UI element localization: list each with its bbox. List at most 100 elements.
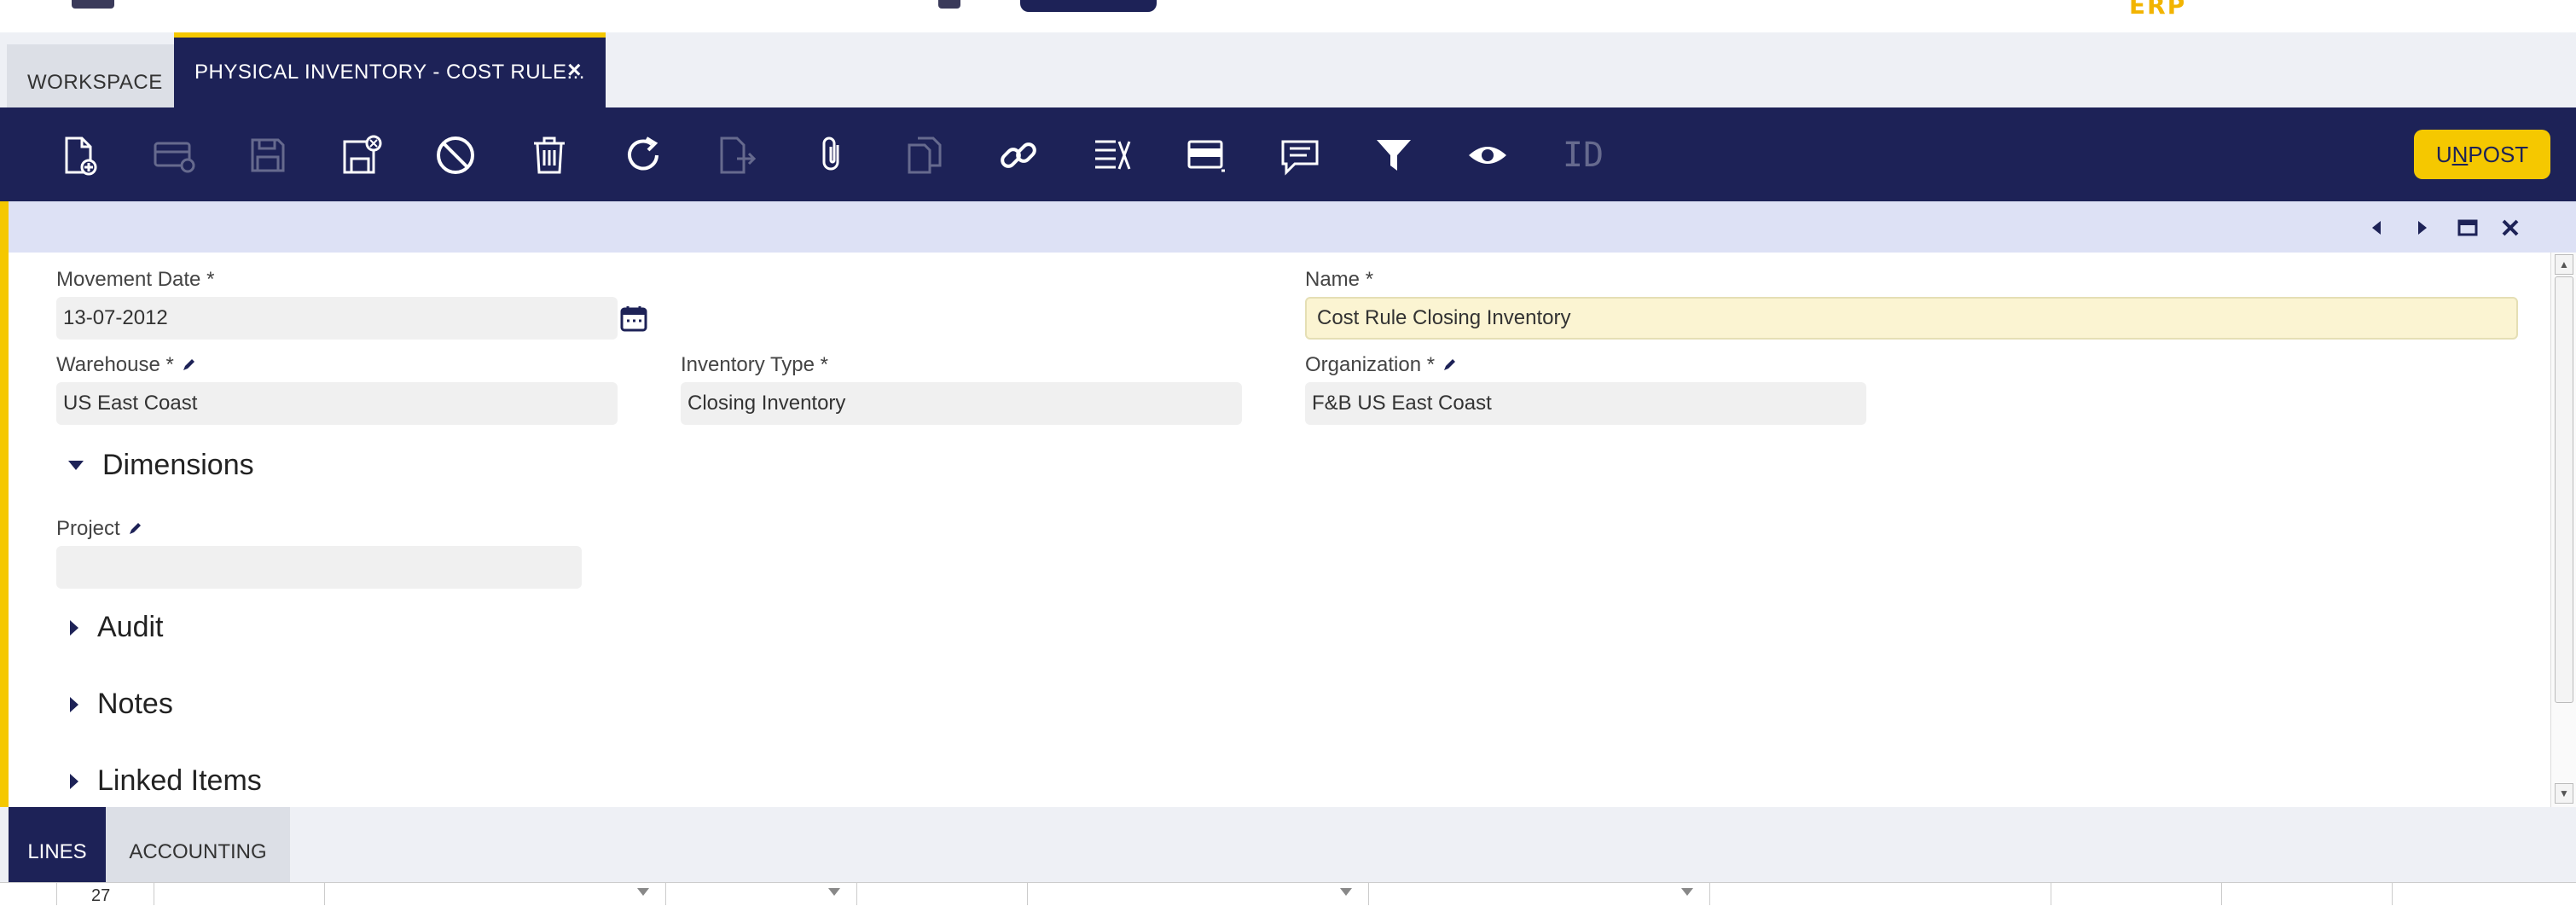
section-dimensions-label: Dimensions bbox=[102, 449, 254, 481]
link-icon[interactable] bbox=[995, 131, 1042, 179]
grid-cell[interactable] bbox=[1027, 883, 1368, 905]
layout-icon[interactable] bbox=[1182, 131, 1230, 179]
warehouse-value: US East Coast bbox=[63, 392, 198, 415]
section-notes[interactable]: Notes bbox=[70, 688, 173, 721]
edit-link-icon[interactable] bbox=[1442, 357, 1457, 373]
tab-workspace[interactable]: WORKSPACE bbox=[7, 44, 174, 107]
previous-record-icon[interactable] bbox=[2363, 213, 2392, 242]
scroll-thumb[interactable] bbox=[2555, 276, 2573, 703]
inventory-type-label: Inventory Type * bbox=[681, 353, 828, 377]
toolbar: ID U N POST bbox=[0, 107, 2576, 201]
movement-date-label-text: Movement Date * bbox=[56, 268, 215, 291]
filter-icon[interactable] bbox=[1370, 131, 1418, 179]
grid-cell[interactable] bbox=[665, 883, 856, 905]
unpost-button[interactable]: U N POST bbox=[2414, 130, 2550, 179]
grid-cell[interactable] bbox=[1368, 883, 1709, 905]
warehouse-label-text: Warehouse * bbox=[56, 353, 174, 376]
inventory-type-label-text: Inventory Type * bbox=[681, 353, 828, 376]
warehouse-label: Warehouse * bbox=[56, 353, 196, 377]
cancel-icon[interactable] bbox=[432, 131, 479, 179]
child-tab-bar: LINES ACCOUNTING bbox=[0, 807, 2576, 882]
clone-icon bbox=[901, 131, 949, 179]
name-value: Cost Rule Closing Inventory bbox=[1317, 306, 1571, 329]
inventory-type-field[interactable]: Closing Inventory bbox=[681, 382, 1242, 425]
scroll-up-icon[interactable]: ▲ bbox=[2555, 254, 2573, 275]
expanded-caret-icon bbox=[68, 461, 84, 470]
form-scrollbar[interactable]: ▲ ▼ bbox=[2550, 253, 2576, 807]
row-number: 27 bbox=[91, 886, 111, 905]
grid-cell-row-number: 27 bbox=[56, 883, 154, 905]
section-audit[interactable]: Audit bbox=[70, 611, 164, 644]
inventory-type-value: Closing Inventory bbox=[688, 392, 846, 415]
record-nav-strip bbox=[9, 201, 2576, 253]
project-label: Project bbox=[56, 517, 142, 541]
attachment-icon[interactable] bbox=[807, 131, 855, 179]
tab-workspace-label: WORKSPACE bbox=[27, 71, 163, 94]
warehouse-field[interactable]: US East Coast bbox=[56, 382, 618, 425]
movement-date-field[interactable]: 13-07-2012 bbox=[56, 297, 618, 340]
collapsed-caret-icon bbox=[70, 773, 78, 789]
section-audit-label: Audit bbox=[97, 611, 164, 643]
delete-icon[interactable] bbox=[525, 131, 573, 179]
header-fragment bbox=[938, 0, 960, 9]
scroll-down-icon[interactable]: ▼ bbox=[2555, 783, 2573, 804]
grid-cell[interactable] bbox=[2051, 883, 2221, 905]
collapsed-caret-icon bbox=[70, 696, 78, 712]
project-label-text: Project bbox=[56, 517, 120, 540]
tab-lines-label: LINES bbox=[27, 840, 87, 863]
organization-label-text: Organization * bbox=[1305, 353, 1436, 376]
print-config-icon[interactable] bbox=[1088, 131, 1136, 179]
dropdown-arrow-icon[interactable] bbox=[637, 888, 649, 896]
save-close-icon[interactable] bbox=[338, 131, 386, 179]
name-label-text: Name * bbox=[1305, 268, 1374, 291]
calendar-icon[interactable] bbox=[619, 304, 648, 333]
edit-link-icon[interactable] bbox=[181, 357, 196, 373]
app-logo: ERP bbox=[2129, 0, 2187, 20]
section-dimensions[interactable]: Dimensions bbox=[68, 449, 254, 482]
new-document-icon[interactable] bbox=[55, 131, 102, 179]
project-field[interactable] bbox=[56, 546, 582, 589]
unpost-label-suffix: POST bbox=[2468, 141, 2529, 167]
maximize-icon[interactable] bbox=[2453, 213, 2482, 242]
edit-link-icon[interactable] bbox=[127, 521, 142, 537]
unpost-label-accesskey: N bbox=[2451, 141, 2469, 167]
unpost-label-prefix: U bbox=[2435, 141, 2452, 167]
grid-cell[interactable] bbox=[856, 883, 1027, 905]
organization-label: Organization * bbox=[1305, 353, 1457, 377]
tab-active-label: PHYSICAL INVENTORY - COST RULE... bbox=[194, 61, 585, 84]
tab-physical-inventory[interactable]: PHYSICAL INVENTORY - COST RULE... × bbox=[174, 32, 606, 107]
grid-cell[interactable] bbox=[2392, 883, 2562, 905]
name-field[interactable]: Cost Rule Closing Inventory bbox=[1305, 297, 2518, 340]
tab-accounting[interactable]: ACCOUNTING bbox=[106, 807, 290, 882]
movement-date-label: Movement Date * bbox=[56, 268, 214, 292]
dropdown-arrow-icon[interactable] bbox=[828, 888, 840, 896]
active-indicator-bar bbox=[0, 201, 9, 807]
close-icon[interactable]: × bbox=[567, 56, 582, 84]
close-form-icon[interactable] bbox=[2496, 213, 2525, 242]
grid-cell[interactable] bbox=[154, 883, 324, 905]
grid-cell[interactable] bbox=[1709, 883, 2051, 905]
collapsed-caret-icon bbox=[70, 619, 78, 636]
id-label: ID bbox=[1562, 136, 1604, 175]
view-icon[interactable] bbox=[1464, 131, 1511, 179]
new-row-icon bbox=[150, 131, 198, 179]
organization-field[interactable]: F&B US East Coast bbox=[1305, 382, 1866, 425]
header-button[interactable] bbox=[1020, 0, 1157, 12]
lines-grid: 27 bbox=[0, 882, 2576, 905]
section-linked-items[interactable]: Linked Items bbox=[70, 764, 262, 798]
dropdown-arrow-icon[interactable] bbox=[1681, 888, 1693, 896]
section-notes-label: Notes bbox=[97, 688, 173, 720]
dropdown-arrow-icon[interactable] bbox=[1340, 888, 1352, 896]
next-record-icon[interactable] bbox=[2407, 213, 2436, 242]
refresh-icon[interactable] bbox=[619, 131, 667, 179]
top-header: ERP bbox=[0, 0, 2576, 32]
notes-icon[interactable] bbox=[1276, 131, 1324, 179]
organization-value: F&B US East Coast bbox=[1312, 392, 1492, 415]
grid-cell[interactable] bbox=[324, 883, 665, 905]
tab-accounting-label: ACCOUNTING bbox=[129, 840, 267, 863]
name-label: Name * bbox=[1305, 268, 1373, 292]
tab-lines[interactable]: LINES bbox=[9, 807, 106, 882]
header-form: Movement Date * 13-07-2012 Name * Cost R… bbox=[9, 253, 2550, 807]
grid-cell[interactable] bbox=[2221, 883, 2392, 905]
export-icon bbox=[713, 131, 761, 179]
